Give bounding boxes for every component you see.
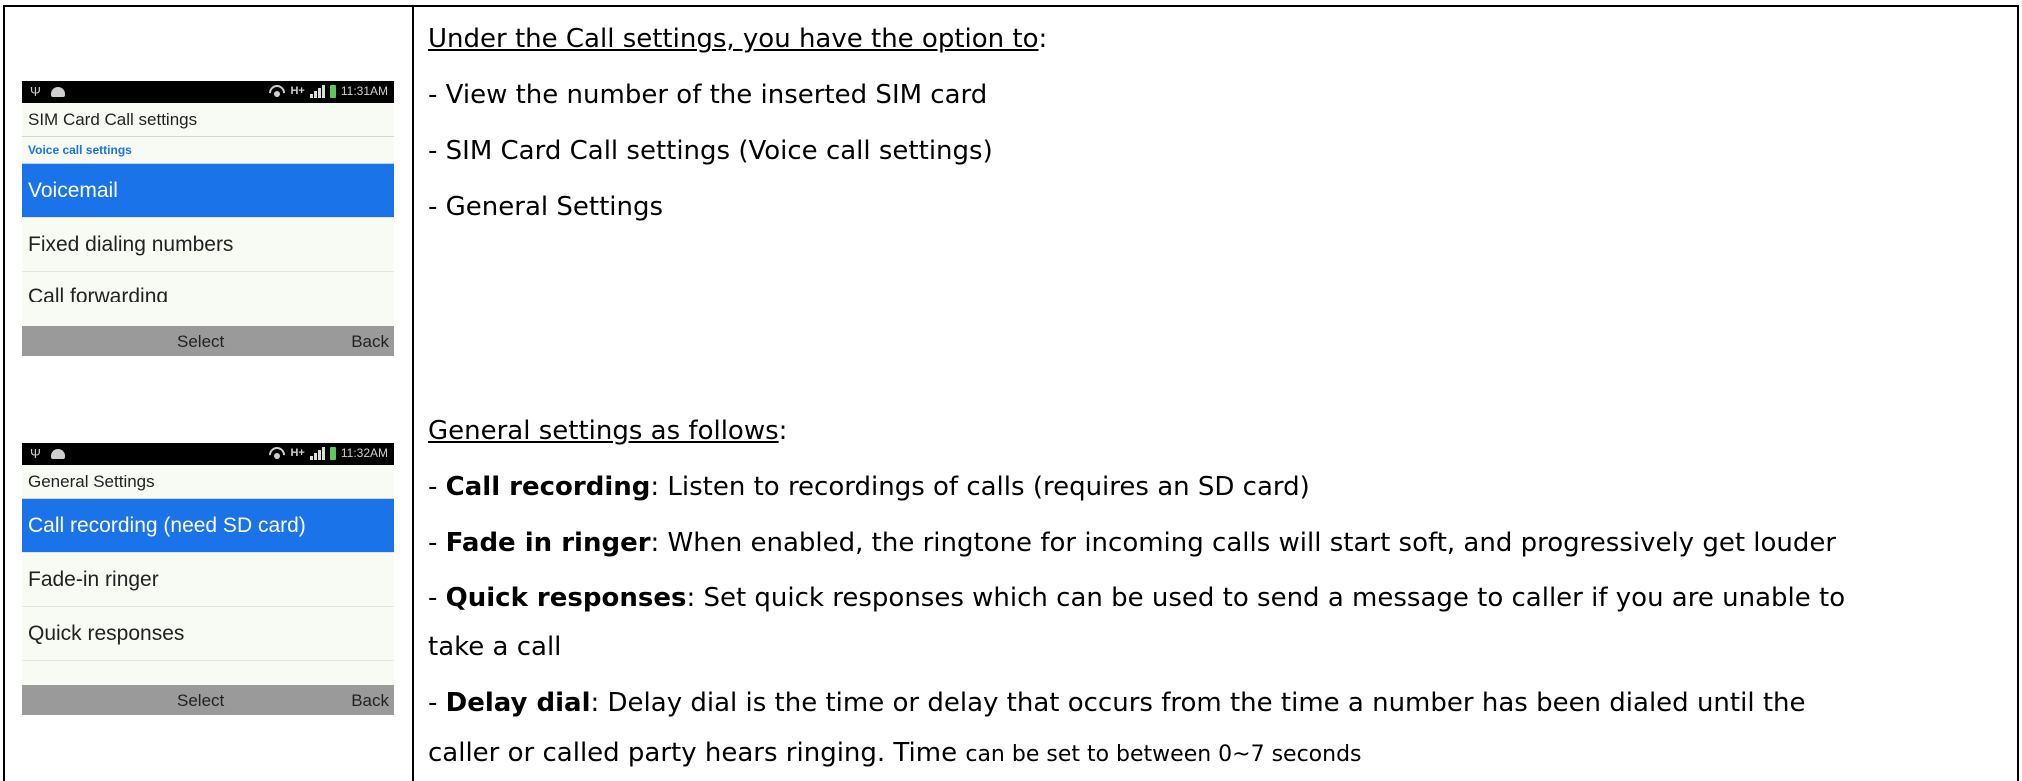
menu-item-quick-responses[interactable]: Quick responses — [22, 607, 394, 661]
call-settings-heading: Under the Call settings, you have the op… — [428, 24, 1048, 54]
menu-item-fixed-dialing[interactable]: Fixed dialing numbers — [22, 218, 394, 272]
usb-icon: Ψ — [30, 84, 41, 99]
menu-item-call-forwarding[interactable]: Call forwarding — [22, 272, 394, 302]
status-time: 11:31AM — [340, 84, 388, 98]
setting-entry-continuation: caller or called party hears ringing. Ti… — [428, 738, 1362, 768]
battery-icon — [329, 84, 336, 98]
setting-entry-continuation: take a call — [428, 632, 562, 662]
status-bar: Ψ H+ 11:31AM — [22, 81, 394, 103]
android-debug-icon — [50, 448, 65, 459]
general-settings-heading: General settings as follows: — [428, 416, 788, 446]
screen-title: General Settings — [22, 465, 394, 499]
screen-title: SIM Card Call settings — [22, 103, 394, 137]
section-label: Voice call settings — [22, 137, 394, 164]
setting-entry-fade-in-ringer: - Fade in ringer: When enabled, the ring… — [428, 528, 1837, 558]
select-softkey[interactable]: Select — [177, 332, 224, 352]
call-settings-line: - View the number of the inserted SIM ca… — [428, 80, 988, 110]
setting-entry-call-recording: - Call recording: Listen to recordings o… — [428, 472, 1310, 502]
signal-icon — [309, 84, 325, 98]
battery-icon — [329, 446, 336, 460]
network-type-label: H+ — [290, 447, 305, 459]
setting-entry-delay-dial: - Delay dial: Delay dial is the time or … — [428, 688, 1806, 718]
general-settings-screenshot: Ψ H+ 11:32AM General Settings Call recor… — [22, 443, 394, 715]
sim-call-settings-screenshot: Ψ H+ 11:31AM SIM Card Call settings Voic… — [22, 81, 394, 356]
menu-item-fade-in-ringer[interactable]: Fade-in ringer — [22, 553, 394, 607]
back-softkey[interactable]: Back — [351, 691, 389, 711]
wifi-icon — [269, 85, 285, 97]
network-type-label: H+ — [290, 85, 305, 97]
select-softkey[interactable]: Select — [177, 691, 224, 711]
back-softkey[interactable]: Back — [351, 332, 389, 352]
column-divider — [412, 5, 414, 781]
softkey-bar: Select Back — [22, 685, 394, 715]
status-time: 11:32AM — [340, 446, 388, 460]
call-settings-line: - General Settings — [428, 192, 664, 222]
menu-item-voicemail[interactable]: Voicemail — [22, 164, 394, 218]
softkey-bar: Select Back — [22, 326, 394, 356]
call-settings-line: - SIM Card Call settings (Voice call set… — [428, 136, 993, 166]
android-debug-icon — [50, 86, 65, 97]
usb-icon: Ψ — [30, 446, 41, 461]
wifi-icon — [269, 447, 285, 459]
menu-item-call-recording[interactable]: Call recording (need SD card) — [22, 499, 394, 553]
setting-entry-quick-responses: - Quick responses: Set quick responses w… — [428, 583, 1846, 613]
signal-icon — [309, 446, 325, 460]
status-bar: Ψ H+ 11:32AM — [22, 443, 394, 465]
